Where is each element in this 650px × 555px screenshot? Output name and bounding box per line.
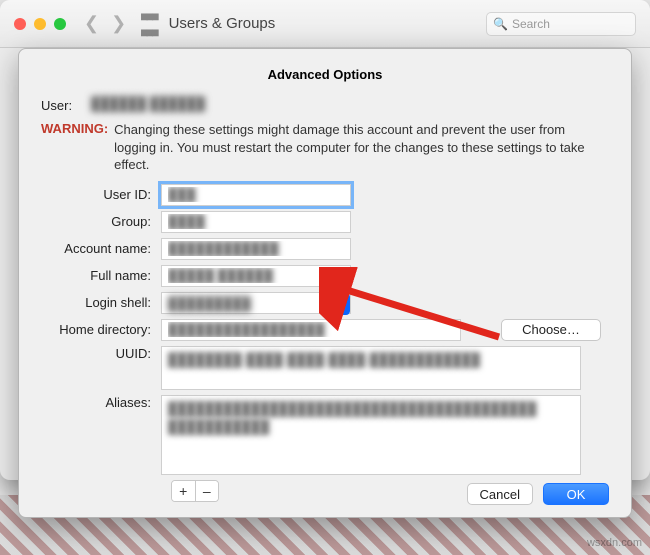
aliases-list[interactable]: ████████████████████████████████████████…: [161, 395, 581, 475]
login-shell-select[interactable]: █████████: [161, 292, 351, 314]
group-input[interactable]: [161, 211, 351, 233]
user-value: ██████ ██████: [91, 96, 609, 111]
account-name-label: Account name:: [41, 241, 161, 256]
form: User ID: Group: Account name: Full name:…: [41, 184, 609, 502]
titlebar: ❮ ❯ ■■■■■■ Users & Groups 🔍 Search: [0, 0, 650, 48]
minimize-icon[interactable]: [34, 18, 46, 30]
choose-button[interactable]: Choose…: [501, 319, 601, 341]
remove-button[interactable]: –: [196, 481, 219, 501]
login-shell-label: Login shell:: [41, 295, 161, 310]
forward-icon[interactable]: ❯: [111, 13, 126, 34]
add-button[interactable]: +: [172, 481, 196, 501]
window-controls: [14, 18, 66, 30]
advanced-options-sheet: Advanced Options User: ██████ ██████ WAR…: [18, 48, 632, 518]
search-field[interactable]: 🔍 Search: [486, 12, 636, 36]
back-icon[interactable]: ❮: [84, 13, 99, 34]
user-id-input[interactable]: [161, 184, 351, 206]
full-name-input[interactable]: [161, 265, 351, 287]
user-label: User:: [41, 96, 91, 113]
group-label: Group:: [41, 214, 161, 229]
home-dir-input[interactable]: [161, 319, 461, 341]
aliases-label: Aliases:: [41, 395, 161, 410]
home-dir-label: Home directory:: [41, 322, 161, 337]
ok-button[interactable]: OK: [543, 483, 609, 505]
watermark: wsxdn.com: [587, 537, 642, 549]
search-placeholder: Search: [512, 17, 550, 31]
uuid-value: ████████-████-████-████-████████████: [161, 346, 581, 390]
uuid-label: UUID:: [41, 346, 161, 361]
chevron-updown-icon: [330, 293, 350, 315]
full-name-label: Full name:: [41, 268, 161, 283]
zoom-icon[interactable]: [54, 18, 66, 30]
add-remove-buttons: + –: [171, 480, 219, 502]
warning-text: Changing these settings might damage thi…: [114, 121, 609, 174]
cancel-button[interactable]: Cancel: [467, 483, 533, 505]
warning-label: WARNING:: [41, 121, 114, 136]
window-title: Users & Groups: [169, 15, 486, 32]
nav-back-forward: ❮ ❯: [84, 13, 126, 34]
account-name-input[interactable]: [161, 238, 351, 260]
sheet-footer: Cancel OK: [467, 483, 609, 505]
grid-icon[interactable]: ■■■■■■: [140, 8, 156, 40]
user-id-label: User ID:: [41, 187, 161, 202]
sheet-title: Advanced Options: [41, 67, 609, 82]
close-icon[interactable]: [14, 18, 26, 30]
search-icon: 🔍: [493, 17, 508, 31]
